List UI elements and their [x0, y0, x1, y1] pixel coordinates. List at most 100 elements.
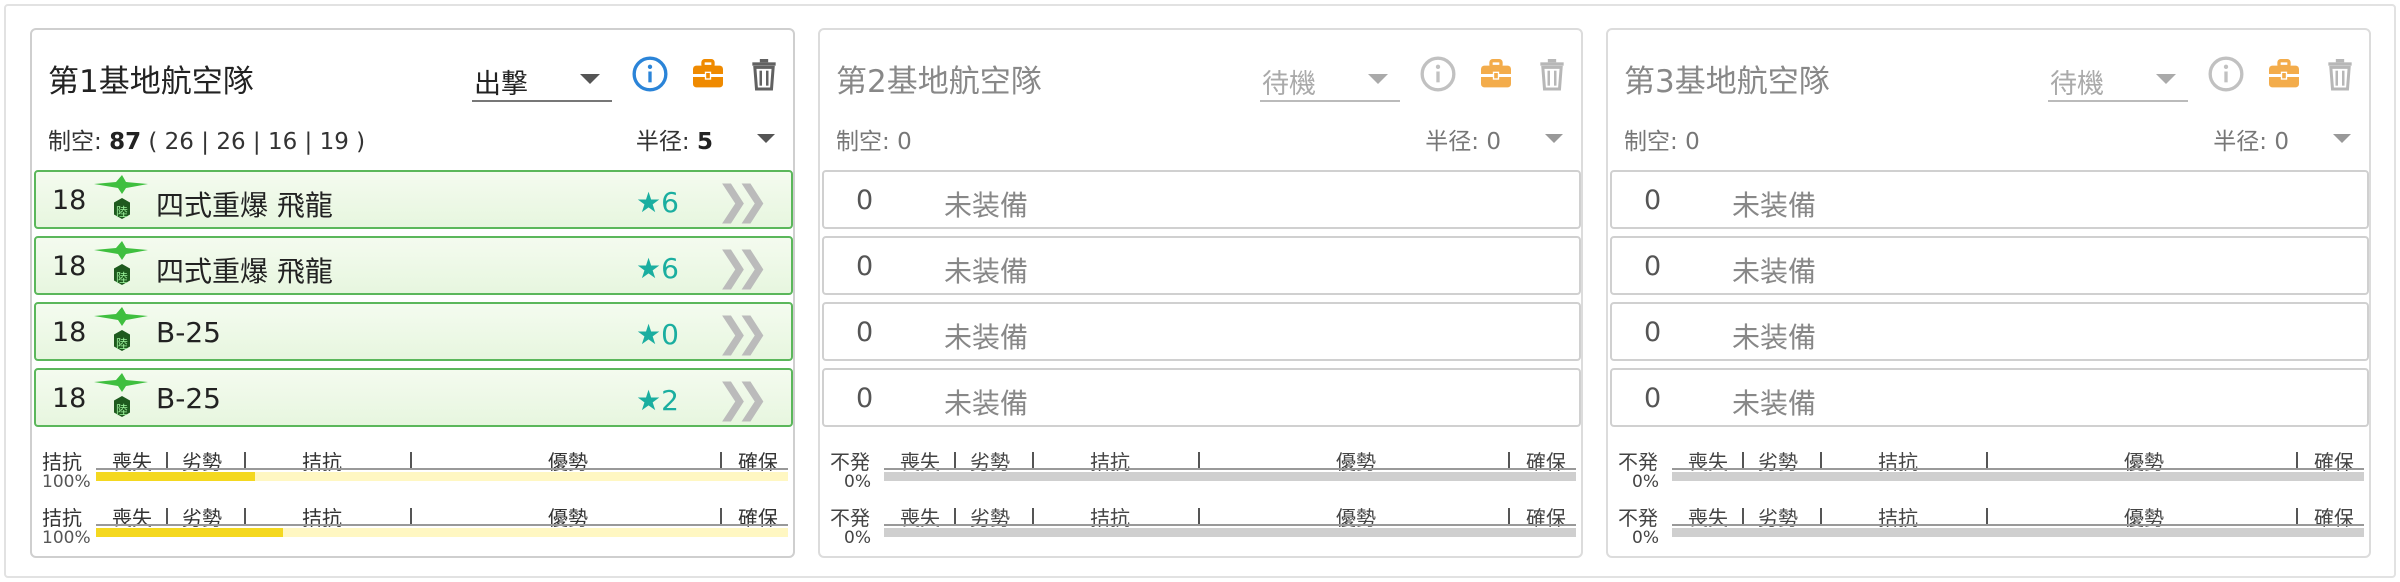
briefcase-icon[interactable]: [688, 54, 728, 94]
air-state-percent: 100%: [42, 528, 91, 548]
caret-down-icon: [1368, 74, 1388, 84]
scale-tick: [410, 508, 412, 524]
scale-label-parity: 拮抗: [302, 450, 342, 474]
equipment-slot-3[interactable]: 18 陸 B-25 ★0 ❯❯: [34, 302, 793, 361]
scale-label-disadvantage: 劣勢: [1758, 450, 1798, 474]
scale-label-loss: 喪失: [900, 506, 940, 530]
radius-label: 半径:: [1425, 129, 1487, 155]
bar-baseline: [1672, 468, 2364, 470]
air-state-label: 不発: [1618, 450, 1658, 474]
scale-label-parity: 拮抗: [302, 506, 342, 530]
scale-label-parity: 拮抗: [1878, 506, 1918, 530]
air-state-label: 拮抗: [42, 450, 82, 474]
radius-dropdown-icon[interactable]: [757, 134, 775, 143]
scale-tick: [244, 508, 246, 524]
info-circle-icon[interactable]: [630, 54, 670, 94]
slot-equipment-name: 未装備: [944, 387, 1029, 420]
air-state-label: 不発: [830, 506, 870, 530]
equipment-slot-1[interactable]: 0 未装備: [822, 170, 1581, 229]
slot-equipment-name: 未装備: [944, 189, 1029, 222]
scale-tick: [2296, 452, 2298, 468]
equipment-slot-4[interactable]: 0 未装備: [822, 368, 1581, 427]
briefcase-icon[interactable]: [1476, 54, 1516, 94]
scale-tick: [1198, 452, 1200, 468]
radius-readout: 半径: 5: [636, 122, 713, 156]
land-based-plane-icon: 陸: [92, 370, 150, 426]
air-state-track: [96, 472, 788, 481]
air-state-percent: 100%: [42, 472, 91, 492]
panel-title: 第1基地航空隊: [48, 64, 254, 100]
double-chevron-right-icon: ❯❯: [716, 244, 769, 290]
slot-count: 18: [52, 185, 87, 216]
scale-label-supremacy: 確保: [2314, 450, 2354, 474]
slot-equipment-name: 四式重爆 飛龍: [156, 255, 333, 288]
air-power-label: 制空:: [836, 129, 898, 155]
bar-baseline: [1672, 524, 2364, 526]
equipment-slot-3[interactable]: 0 未装備: [1610, 302, 2369, 361]
double-chevron-right-icon: ❯❯: [716, 178, 769, 224]
slot-count: 0: [1644, 185, 1662, 216]
mode-select[interactable]: 待機: [1260, 60, 1400, 102]
scale-label-disadvantage: 劣勢: [970, 450, 1010, 474]
air-power-value: 0: [1685, 129, 1700, 155]
radius-value: 0: [1486, 129, 1501, 155]
scale-tick: [954, 508, 956, 524]
mode-select-value: 待機: [2050, 69, 2104, 100]
bar-baseline: [96, 468, 788, 470]
air-state-track: [1672, 472, 2364, 481]
equipment-slot-2[interactable]: 0 未装備: [822, 236, 1581, 295]
scale-label-supremacy: 確保: [738, 506, 778, 530]
radius-dropdown-icon[interactable]: [1545, 134, 1563, 143]
radius-label: 半径:: [2213, 129, 2275, 155]
briefcase-icon[interactable]: [2264, 54, 2304, 94]
air-power-readout: 制空: 0: [836, 122, 912, 156]
scale-tick: [1742, 452, 1744, 468]
scale-label-supremacy: 確保: [1526, 506, 1566, 530]
air-power-breakdown: ( 26 | 26 | 16 | 19 ): [148, 129, 366, 155]
scale-tick: [1198, 508, 1200, 524]
mode-select[interactable]: 出撃: [472, 60, 612, 102]
radius-dropdown-icon[interactable]: [2333, 134, 2351, 143]
scale-tick: [166, 452, 168, 468]
caret-down-icon: [2156, 74, 2176, 84]
equipment-slot-4[interactable]: 0 未装備: [1610, 368, 2369, 427]
scale-label-loss: 喪失: [112, 450, 152, 474]
scale-tick: [1742, 508, 1744, 524]
radius-readout: 半径: 0: [1425, 122, 1501, 156]
scale-label-superiority: 優勢: [1336, 506, 1376, 530]
info-circle-icon[interactable]: [2206, 54, 2246, 94]
equipment-slot-1[interactable]: 0 未装備: [1610, 170, 2369, 229]
equipment-slot-1[interactable]: 18 陸 四式重爆 飛龍 ★6 ❯❯: [34, 170, 793, 229]
bar-baseline: [884, 468, 1576, 470]
slot-equipment-name: 未装備: [944, 255, 1029, 288]
equipment-slot-4[interactable]: 18 陸 B-25 ★2 ❯❯: [34, 368, 793, 427]
scale-label-superiority: 優勢: [548, 450, 588, 474]
bar-baseline: [96, 524, 788, 526]
scale-tick: [1032, 508, 1034, 524]
equipment-slot-2[interactable]: 0 未装備: [1610, 236, 2369, 295]
slot-count: 0: [1644, 383, 1662, 414]
slot-count: 18: [52, 251, 87, 282]
air-state-track: [96, 528, 788, 537]
slot-improvement-star: ★2: [636, 384, 679, 417]
scale-tick: [166, 508, 168, 524]
slot-equipment-name: 未装備: [1732, 321, 1817, 354]
panel-title: 第2基地航空隊: [836, 64, 1042, 100]
scale-label-loss: 喪失: [1688, 506, 1728, 530]
land-based-plane-icon: 陸: [92, 304, 150, 360]
trash-icon[interactable]: [744, 54, 784, 94]
slot-count: 0: [856, 185, 874, 216]
slot-count: 18: [52, 383, 87, 414]
info-circle-icon[interactable]: [1418, 54, 1458, 94]
radius-value: 0: [2274, 129, 2289, 155]
mode-select[interactable]: 待機: [2048, 60, 2188, 102]
scale-tick: [1508, 508, 1510, 524]
scale-label-supremacy: 確保: [738, 450, 778, 474]
trash-icon[interactable]: [2320, 54, 2360, 94]
trash-icon[interactable]: [1532, 54, 1572, 94]
land-based-plane-icon: 陸: [92, 172, 150, 228]
slot-count: 0: [1644, 317, 1662, 348]
equipment-slot-2[interactable]: 18 陸 四式重爆 飛龍 ★6 ❯❯: [34, 236, 793, 295]
radius-label: 半径:: [635, 129, 697, 155]
equipment-slot-3[interactable]: 0 未装備: [822, 302, 1581, 361]
